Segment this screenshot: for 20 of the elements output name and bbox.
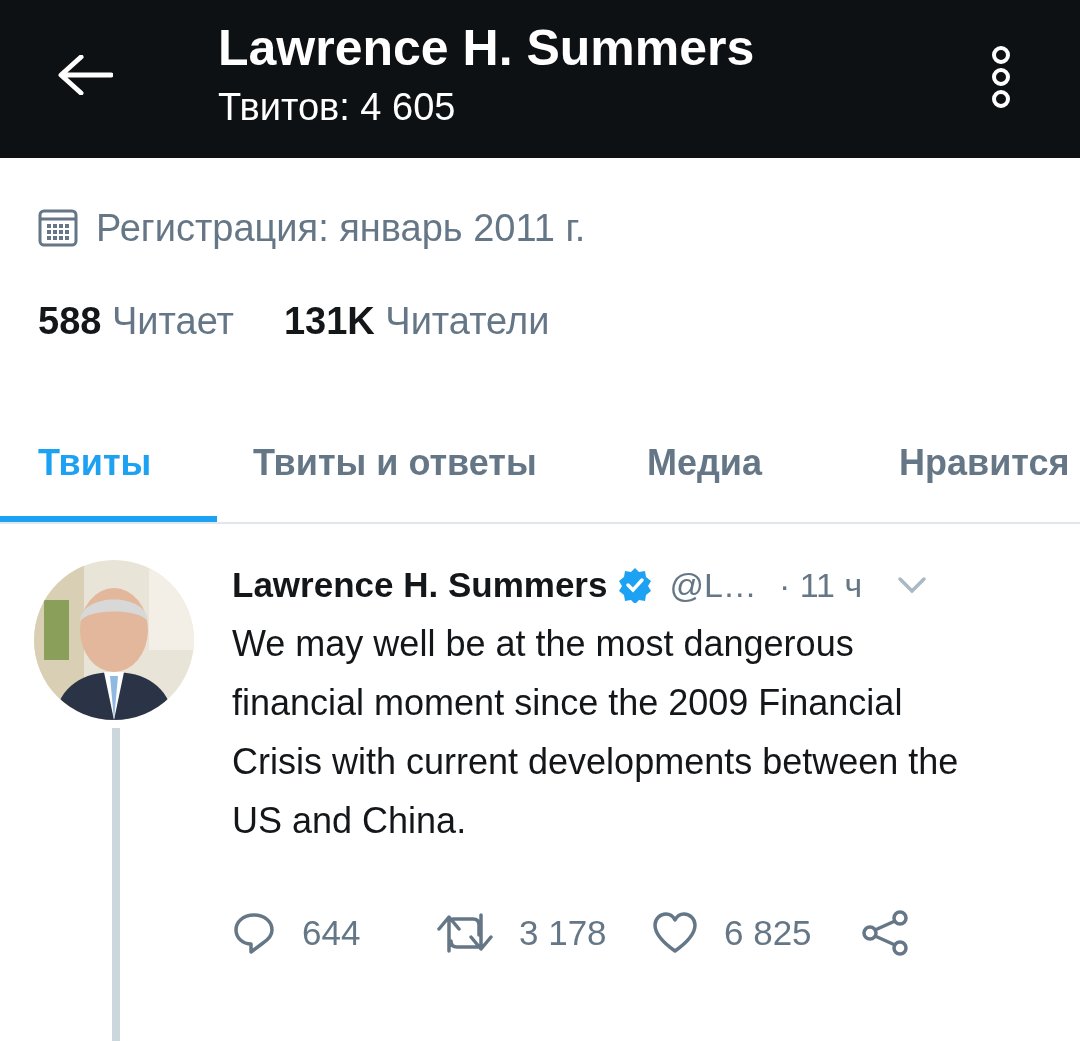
tweet-text: We may well be at the most dangerous financial moment since the 2009 Financial Crisis with current developments between the US and China. bbox=[232, 622, 960, 843]
author-name: Lawrence H. Summers bbox=[232, 563, 608, 606]
speech-bubble-icon bbox=[232, 911, 276, 955]
follow-count-link[interactable]: 131K Читатели bbox=[283, 292, 550, 350]
tab[interactable]: Твиты bbox=[0, 428, 217, 522]
retweet-button[interactable]: 3 178 bbox=[437, 906, 652, 960]
tweet-count: Твитов: 4 605 bbox=[218, 85, 457, 130]
tweet-time: · 11 ч bbox=[778, 564, 863, 606]
tab[interactable]: Твиты и ответы bbox=[217, 428, 611, 522]
calendar-icon bbox=[38, 209, 78, 247]
like-button[interactable]: 6 825 bbox=[652, 906, 862, 960]
author-handle: @L… bbox=[669, 564, 757, 606]
tab[interactable]: Нравится bbox=[863, 428, 1080, 522]
reply-button[interactable]: 644 bbox=[232, 906, 437, 960]
retweet-icon bbox=[437, 911, 493, 955]
follow-count-link[interactable]: 588 Читает bbox=[38, 292, 234, 350]
heart-icon bbox=[652, 911, 698, 955]
profile-name: Lawrence H. Summers bbox=[218, 19, 755, 78]
join-date: Регистрация: январь 2011 г. bbox=[96, 205, 586, 251]
tab[interactable]: Медиа bbox=[611, 428, 863, 522]
